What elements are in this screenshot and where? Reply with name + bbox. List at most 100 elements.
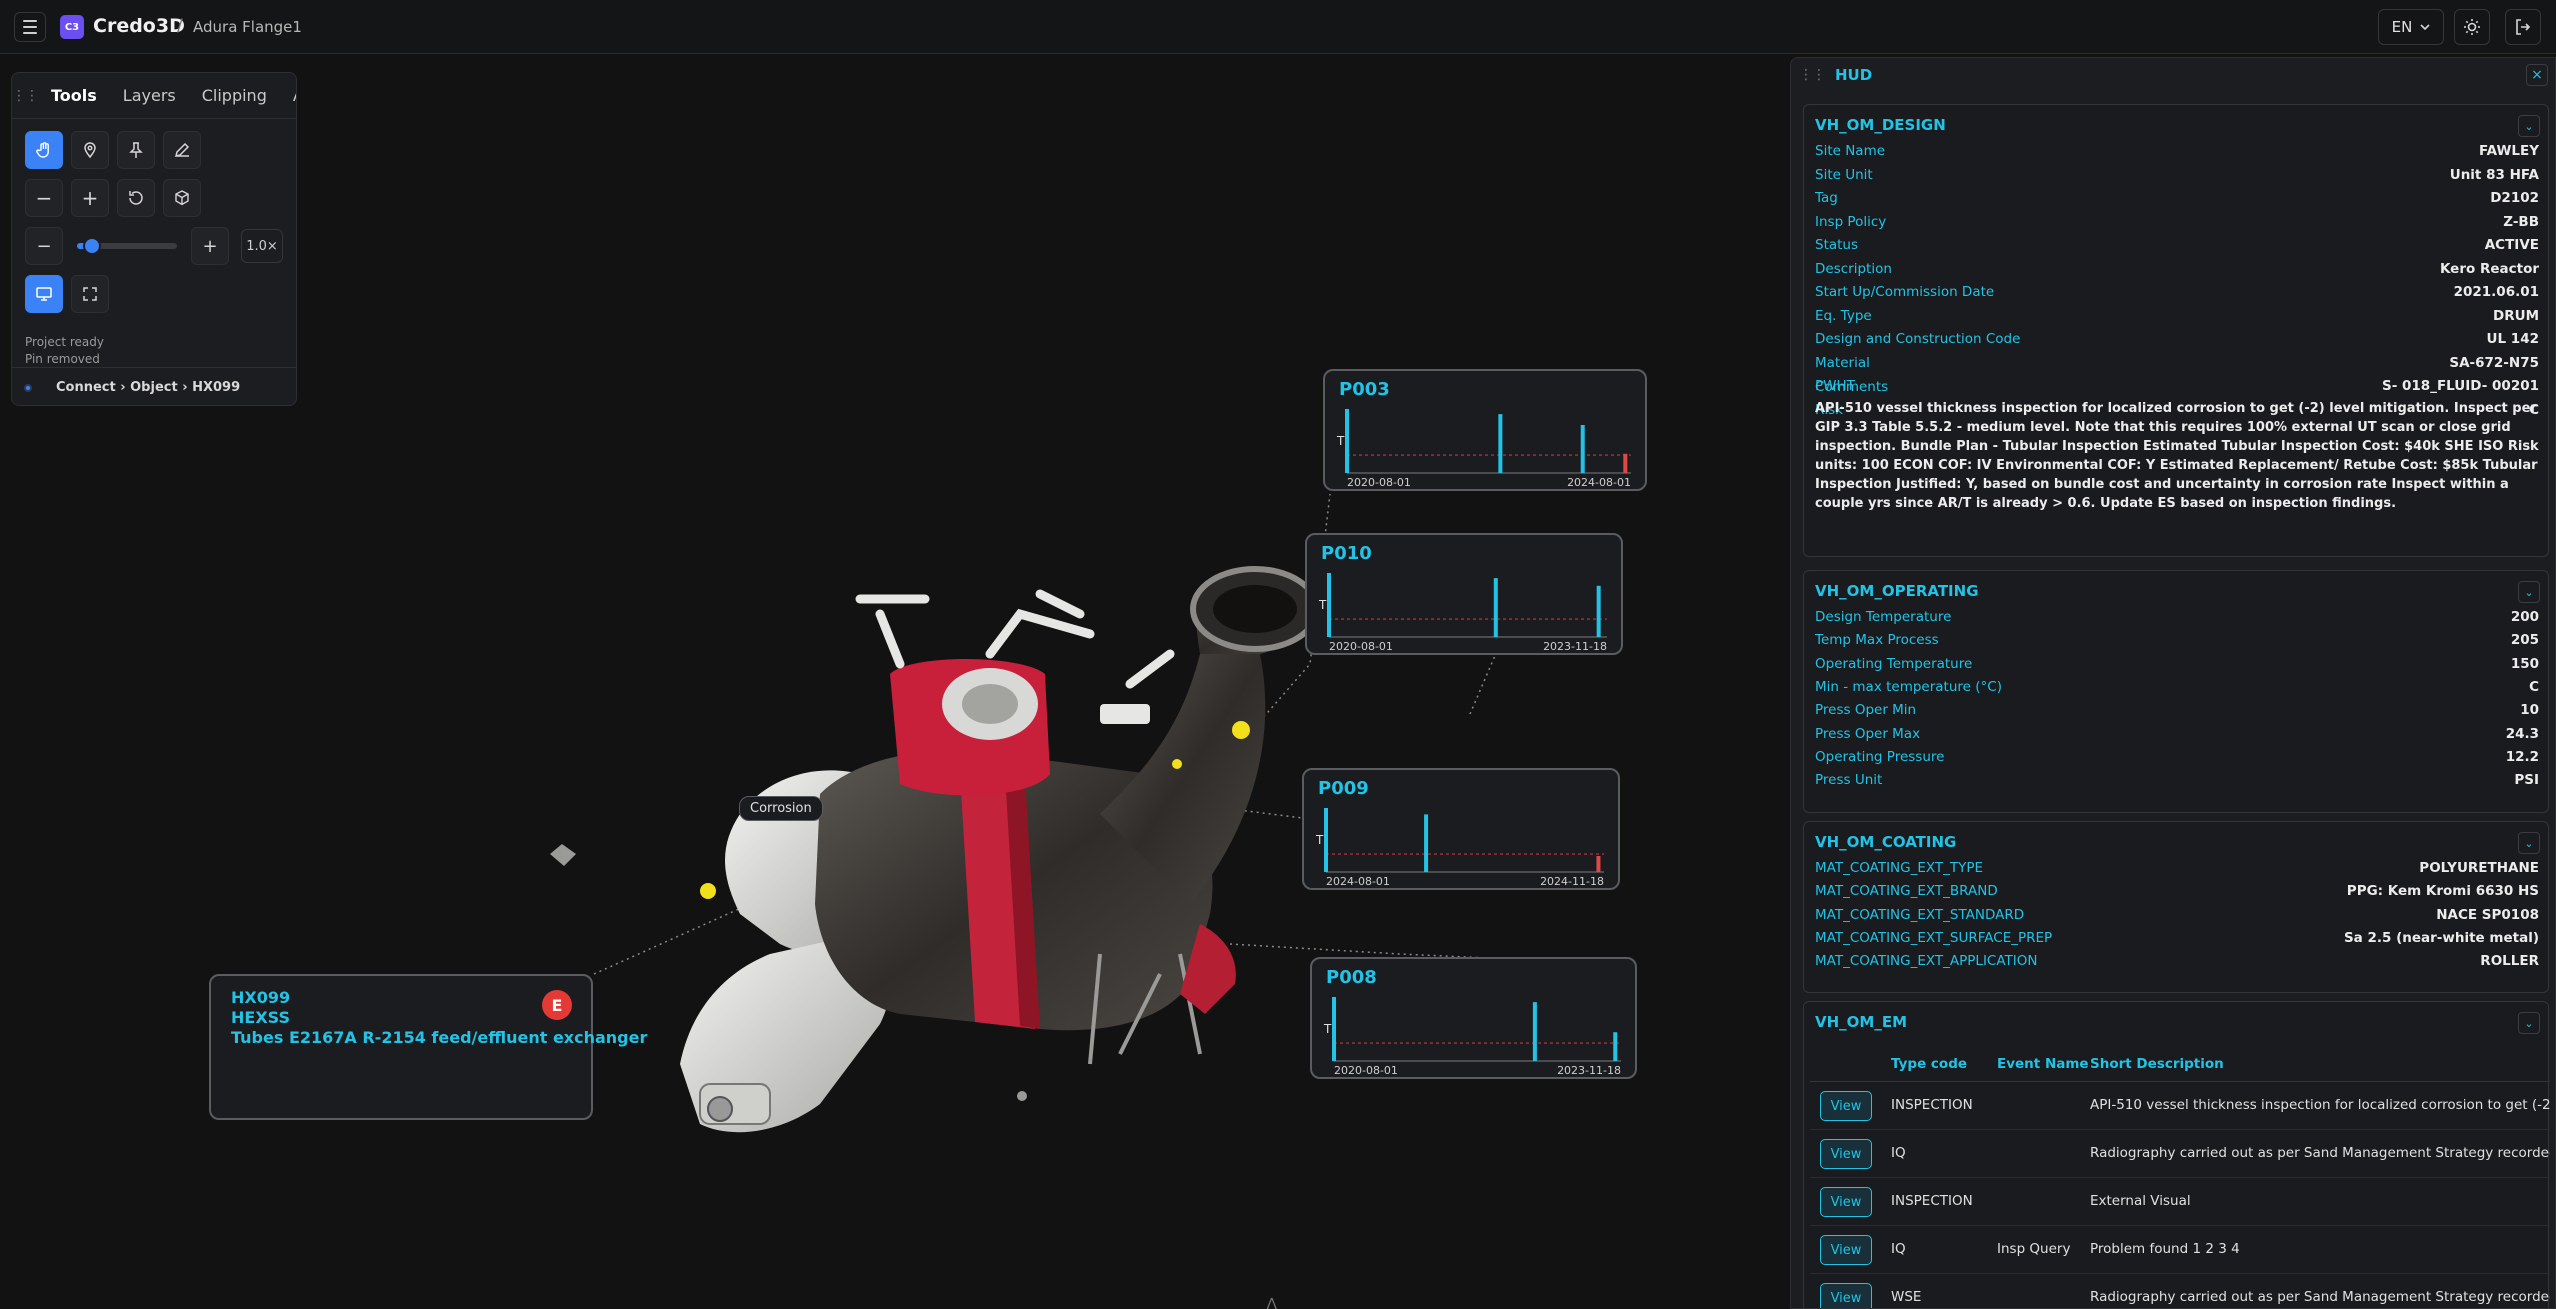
language-value: EN	[2391, 18, 2413, 36]
sun-icon[interactable]	[2454, 9, 2490, 45]
thickness-chart-p008[interactable]: P008 T 2020-08-01 2023-11-18	[1310, 957, 1637, 1079]
hud-header: ⋮⋮ HUD ×	[1791, 58, 2555, 92]
chevron-down-icon[interactable]: ⌄	[2518, 115, 2540, 137]
chart-bar	[1532, 1002, 1537, 1061]
kv-label: Min - max temperature (°C)	[1815, 678, 2002, 695]
table-row: View INSPECTION API-510 vessel thickness i…	[1810, 1082, 2550, 1130]
view-button[interactable]: View	[1820, 1235, 1872, 1265]
equipment-tag: HX099	[231, 988, 291, 1007]
thickness-chart-p009[interactable]: P009 T 2024-08-01 2024-11-18	[1302, 768, 1620, 890]
events-table-header: Type code Event Name Short Description	[1810, 1048, 2550, 1082]
view-button[interactable]: View	[1820, 1187, 1872, 1217]
comments-text: API-510 vessel thickness inspection for …	[1815, 401, 2539, 511]
kv-label: Tag	[1815, 190, 1838, 206]
kv-label: MAT_COATING_EXT_BRAND	[1815, 883, 1998, 900]
drag-handle-icon[interactable]: ⋮⋮	[12, 88, 39, 104]
kv-row: MAT_COATING_EXT_BRAND PPG: Kem Kromi 6630…	[1815, 883, 2539, 905]
view-button[interactable]: View	[1820, 1139, 1872, 1169]
kv-label: Eq. Type	[1815, 307, 1872, 324]
kv-row: Comments	[1815, 379, 2539, 401]
project-name[interactable]: Adura Flange1	[193, 18, 302, 36]
hamburger-icon[interactable]	[14, 12, 46, 42]
kv-row: Eq. Type DRUM	[1815, 308, 2539, 330]
view-button[interactable]: View	[1820, 1283, 1872, 1308]
kv-label: MAT_COATING_EXT_APPLICATION	[1815, 953, 2038, 970]
chart-x-tick-label: 2023-11-18	[1557, 1064, 1621, 1077]
kv-value: 2021.06.01	[2453, 284, 2539, 300]
hud-panel: ⋮⋮ HUD × VH_OM_DESIGN ⌄ Site Name FAWLEY S…	[1790, 57, 2556, 1309]
kv-row: Design Temperature 200	[1815, 609, 2539, 631]
kv-value: C	[2529, 678, 2539, 695]
issue-label-corrosion[interactable]: Corrosion	[739, 796, 823, 821]
kv-value: Sa 2.5 (near-white metal)	[2343, 929, 2539, 946]
kv-row: Press Oper Min 10	[1815, 702, 2539, 724]
speed-control: − + 1.0×	[25, 227, 283, 265]
top-bar: C3 Credo3D / Adura Flange1 EN	[0, 0, 2556, 54]
thickness-chart-p010[interactable]: P010 T 2020-08-01 2023-11-18	[1305, 533, 1623, 655]
fullscreen-icon[interactable]	[71, 275, 109, 313]
tab-tools[interactable]: Tools	[38, 86, 110, 105]
monitor-icon[interactable]	[25, 275, 63, 313]
caret-up-icon[interactable]: ⋀	[1266, 1296, 1277, 1309]
tools-tabs: ⋮⋮ Tools Layers Clipping Ad	[12, 73, 296, 119]
table-row: View WSE Radiography carried out as per Sa…	[1810, 1274, 2550, 1308]
tool-row-1	[25, 131, 201, 169]
pushpin-icon[interactable]	[117, 131, 155, 169]
section-header[interactable]: VH_OM_COATING ⌄	[1804, 822, 2550, 862]
column-header[interactable]: Short Description	[2090, 1056, 2224, 1072]
equipment-card[interactable]: HX099 HEXSS Tubes E2167A R-2154 feed/eff…	[209, 974, 647, 1120]
section-header[interactable]: VH_OM_OPERATING ⌄	[1804, 571, 2550, 611]
chart-bar	[1498, 414, 1503, 473]
kv-label: MAT_COATING_EXT_TYPE	[1815, 860, 1984, 876]
chevron-down-icon[interactable]: ⌄	[2518, 1012, 2540, 1034]
equipment-status-badge: E	[542, 990, 572, 1020]
chevron-down-icon[interactable]: ⌄	[2518, 581, 2540, 603]
column-header[interactable]: Type code	[1891, 1056, 1967, 1072]
column-header[interactable]: Event Name	[1997, 1056, 2089, 1072]
app-logo: C3	[60, 15, 84, 39]
chevron-down-icon	[2420, 24, 2430, 31]
thickness-chart-p003[interactable]: P003 T 2020-08-01 2024-08-01	[1323, 369, 1647, 491]
close-icon[interactable]: ×	[2526, 64, 2548, 86]
view-button[interactable]: View	[1820, 1091, 1872, 1121]
section-header[interactable]: VH_OM_EM ⌄	[1804, 1002, 2550, 1042]
chevron-down-icon[interactable]: ⌄	[2518, 832, 2540, 854]
map-pin-icon[interactable]	[71, 131, 109, 169]
model-viewport[interactable]	[300, 54, 1790, 1309]
tab-ad[interactable]: Ad	[280, 86, 296, 105]
speed-slider[interactable]	[77, 237, 177, 255]
kv-value: 24.3	[2505, 725, 2539, 742]
kv-value: SA-672-N75	[2449, 354, 2539, 371]
tab-layers[interactable]: Layers	[110, 86, 189, 105]
tools-panel: ⋮⋮ Tools Layers Clipping Ad − + −	[11, 72, 297, 406]
rotate-icon[interactable]	[117, 179, 155, 217]
speed-slider-thumb[interactable]	[83, 237, 101, 255]
chart-bar	[1596, 585, 1601, 637]
language-select[interactable]: EN	[2378, 9, 2444, 45]
chart-plot: T 2020-08-01 2023-11-18	[1318, 573, 1607, 653]
tab-clipping[interactable]: Clipping	[189, 86, 280, 105]
cube-icon[interactable]	[163, 179, 201, 217]
kv-value: ACTIVE	[2484, 237, 2539, 253]
object-path-text[interactable]: Connect › Object › HX099	[56, 380, 240, 395]
speed-decrease-button[interactable]: −	[25, 227, 63, 265]
chart-bar	[1596, 856, 1601, 872]
chart-x-tick-label: 2024-08-01	[1326, 875, 1390, 888]
kv-row: Status ACTIVE	[1815, 237, 2539, 259]
zoom-out-button[interactable]: −	[25, 179, 63, 217]
kv-value: Unit 83 HFA	[2449, 166, 2539, 183]
kv-row: Press Unit PSI	[1815, 772, 2539, 794]
logout-icon[interactable]	[2505, 9, 2541, 45]
zoom-in-button[interactable]: +	[71, 179, 109, 217]
table-cell: External Visual	[2090, 1193, 2191, 1209]
table-cell: IQ	[1891, 1145, 1906, 1161]
speed-increase-button[interactable]: +	[191, 227, 229, 265]
drag-handle-icon[interactable]: ⋮⋮	[1799, 67, 1826, 83]
section-header[interactable]: VH_OM_DESIGN ⌄	[1804, 105, 2550, 145]
pen-icon[interactable]	[163, 131, 201, 169]
chart-x-tick-label: 2020-08-01	[1334, 1064, 1398, 1077]
hand-icon[interactable]	[25, 131, 63, 169]
kv-row: MAT_COATING_EXT_SURFACE_PREP Sa 2.5 (near…	[1815, 930, 2539, 952]
chart-plot: T 2020-08-01 2024-08-01	[1336, 409, 1631, 489]
kv-value: DRUM	[2493, 307, 2539, 324]
